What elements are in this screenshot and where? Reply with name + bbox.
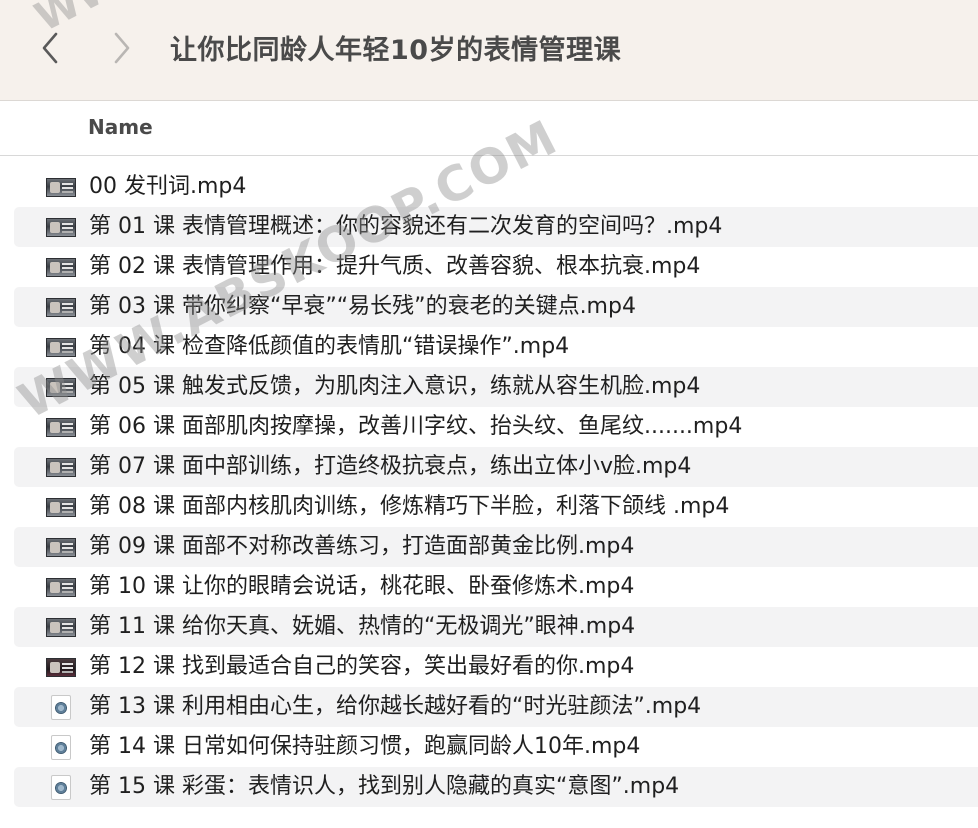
video-thumbnail-icon (46, 538, 76, 557)
file-name: 第 09 课 面部不对称改善练习，打造面部黄金比例.mp4 (89, 534, 635, 559)
column-header-name[interactable]: Name (88, 115, 153, 139)
column-header-row: Name (0, 101, 978, 156)
file-name: 第 03 课 带你纠察“早衰”“易长残”的衰老的关键点.mp4 (89, 294, 636, 319)
file-row[interactable]: 第 15 课 彩蛋：表情识人，找到别人隐藏的真实“意图”.mp4 (14, 767, 978, 807)
video-thumbnail-icon (46, 498, 76, 517)
video-thumbnail-icon (46, 578, 76, 597)
file-row[interactable]: 第 04 课 检查降低颜值的表情肌“错误操作”.mp4 (14, 327, 978, 367)
file-row[interactable]: 第 08 课 面部内核肌肉训练，修炼精巧下半脸，利落下颌线 .mp4 (14, 487, 978, 527)
quicktime-file-icon (51, 695, 71, 720)
file-row[interactable]: 第 02 课 表情管理作用：提升气质、改善容貌、根本抗衰.mp4 (14, 247, 978, 287)
video-thumbnail-icon (46, 618, 76, 637)
file-row[interactable]: 第 03 课 带你纠察“早衰”“易长残”的衰老的关键点.mp4 (14, 287, 978, 327)
file-row[interactable]: 第 01 课 表情管理概述：你的容貌还有二次发育的空间吗？.mp4 (14, 207, 978, 247)
file-name: 第 11 课 给你天真、妩媚、热情的“无极调光”眼神.mp4 (89, 614, 636, 639)
file-name: 第 14 课 日常如何保持驻颜习惯，跑赢同龄人10年.mp4 (89, 734, 641, 759)
file-row[interactable]: 第 10 课 让你的眼睛会说话，桃花眼、卧蚕修炼术.mp4 (14, 567, 978, 607)
file-row[interactable]: 第 09 课 面部不对称改善练习，打造面部黄金比例.mp4 (14, 527, 978, 567)
file-name: 第 08 课 面部内核肌肉训练，修炼精巧下半脸，利落下颌线 .mp4 (89, 494, 730, 519)
file-name: 第 15 课 彩蛋：表情识人，找到别人隐藏的真实“意图”.mp4 (89, 774, 680, 799)
forward-button[interactable] (102, 26, 142, 70)
video-thumbnail-icon (46, 178, 76, 197)
file-name: 第 10 课 让你的眼睛会说话，桃花眼、卧蚕修炼术.mp4 (89, 574, 635, 599)
file-row[interactable]: 第 11 课 给你天真、妩媚、热情的“无极调光”眼神.mp4 (14, 607, 978, 647)
file-row[interactable]: 第 06 课 面部肌肉按摩操，改善川字纹、抬头纹、鱼尾纹.......mp4 (14, 407, 978, 447)
file-list: 00 发刊词.mp4 第 01 课 表情管理概述：你的容貌还有二次发育的空间吗？… (14, 167, 978, 807)
quicktime-file-icon (51, 735, 71, 760)
file-name: 第 06 课 面部肌肉按摩操，改善川字纹、抬头纹、鱼尾纹.......mp4 (89, 414, 743, 439)
file-name: 第 04 课 检查降低颜值的表情肌“错误操作”.mp4 (89, 334, 570, 359)
file-name: 第 02 课 表情管理作用：提升气质、改善容貌、根本抗衰.mp4 (89, 254, 701, 279)
file-row[interactable]: 00 发刊词.mp4 (14, 167, 978, 207)
file-row[interactable]: 第 07 课 面中部训练，打造终极抗衰点，练出立体小v脸.mp4 (14, 447, 978, 487)
file-name: 第 13 课 利用相由心生，给你越长越好看的“时光驻颜法”.mp4 (89, 694, 702, 719)
video-thumbnail-icon (46, 418, 76, 437)
chevron-left-icon (42, 32, 58, 64)
video-thumbnail-icon (46, 378, 76, 397)
toolbar: 让你比同龄人年轻10岁的表情管理课 (0, 0, 978, 101)
file-row[interactable]: 第 14 课 日常如何保持驻颜习惯，跑赢同龄人10年.mp4 (14, 727, 978, 767)
chevron-right-icon (114, 32, 130, 64)
file-name: 00 发刊词.mp4 (89, 174, 247, 199)
window-title: 让你比同龄人年轻10岁的表情管理课 (170, 35, 622, 66)
video-thumbnail-icon (46, 338, 76, 357)
finder-window: 让你比同龄人年轻10岁的表情管理课 Name 00 发刊词.mp4 第 01 课… (0, 0, 978, 828)
video-thumbnail-icon (46, 298, 76, 317)
file-name: 第 12 课 找到最适合自己的笑容，笑出最好看的你.mp4 (89, 654, 635, 679)
file-name: 第 07 课 面中部训练，打造终极抗衰点，练出立体小v脸.mp4 (89, 454, 692, 479)
quicktime-file-icon (51, 775, 71, 800)
video-thumbnail-icon (46, 258, 76, 277)
file-row[interactable]: 第 05 课 触发式反馈，为肌肉注入意识，练就从容生机脸.mp4 (14, 367, 978, 407)
back-button[interactable] (30, 26, 70, 70)
video-thumbnail-icon (46, 218, 76, 237)
video-thumbnail-icon (46, 458, 76, 477)
file-row[interactable]: 第 12 课 找到最适合自己的笑容，笑出最好看的你.mp4 (14, 647, 978, 687)
file-name: 第 05 课 触发式反馈，为肌肉注入意识，练就从容生机脸.mp4 (89, 374, 701, 399)
video-thumbnail-icon (46, 658, 76, 677)
file-row[interactable]: 第 13 课 利用相由心生，给你越长越好看的“时光驻颜法”.mp4 (14, 687, 978, 727)
file-name: 第 01 课 表情管理概述：你的容貌还有二次发育的空间吗？.mp4 (89, 214, 723, 239)
